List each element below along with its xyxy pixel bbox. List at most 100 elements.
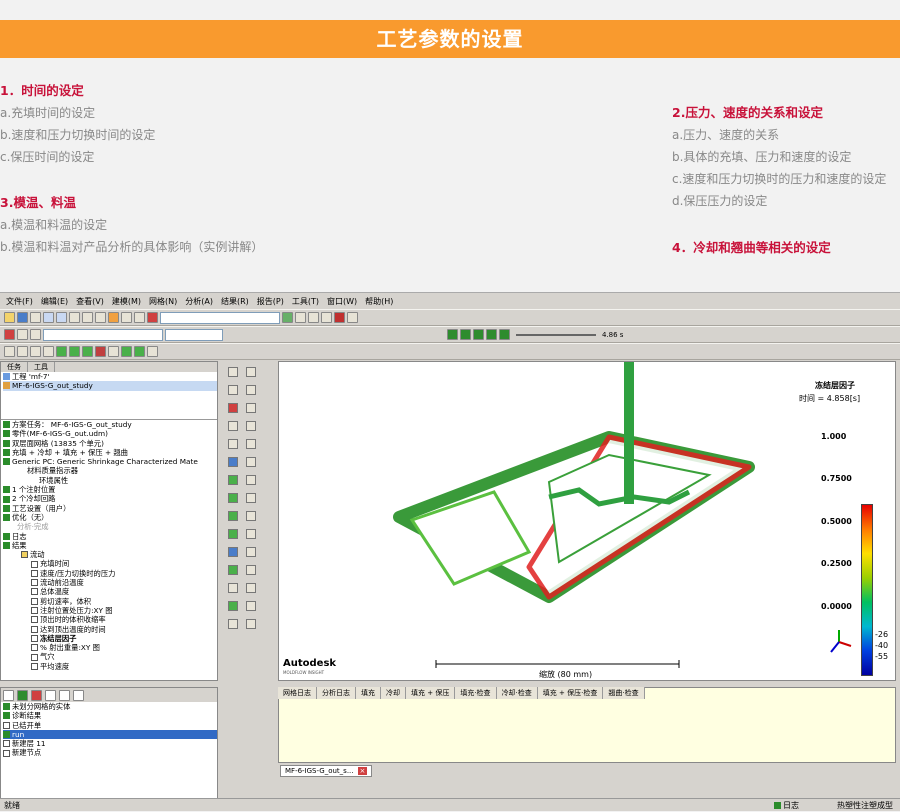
select-icon[interactable]	[95, 312, 106, 323]
import-icon[interactable]	[17, 329, 28, 340]
project-node[interactable]: 工程 'mf-7'	[3, 372, 217, 381]
surface-icon[interactable]	[43, 346, 54, 357]
log-tab[interactable]: 冷却·检查	[497, 687, 538, 699]
zoom-tool-icon[interactable]	[228, 421, 238, 431]
line-icon[interactable]	[17, 346, 28, 357]
tab-tasks[interactable]: 任务	[1, 362, 28, 372]
query-icon[interactable]	[147, 346, 158, 357]
gate-tool-icon[interactable]	[246, 601, 256, 611]
axis-tool-icon[interactable]	[246, 619, 256, 629]
log-tab[interactable]: 网格日志	[278, 687, 317, 699]
fit-tool-icon[interactable]	[228, 457, 238, 467]
save-icon[interactable]	[17, 312, 28, 323]
cooling-tool-icon[interactable]	[228, 601, 238, 611]
layer-item-selected[interactable]: run	[3, 729, 217, 740]
tree-item[interactable]: 流动	[3, 550, 217, 559]
scale-tool-icon[interactable]	[246, 529, 256, 539]
layer-item[interactable]: 已结开单	[3, 721, 217, 730]
line-tool-icon[interactable]	[246, 367, 256, 377]
tree-item[interactable]: 充填时间	[3, 559, 217, 568]
rotate-icon[interactable]	[108, 312, 119, 323]
tree-item[interactable]: 总体温度	[3, 587, 217, 596]
tree-item[interactable]: 1 个注射位置	[3, 485, 217, 494]
tree-item-selected[interactable]: 冻结层因子	[3, 634, 217, 643]
duplicate-icon[interactable]	[30, 329, 41, 340]
checkbox[interactable]	[31, 644, 38, 652]
layer-item[interactable]: 诊断结果	[3, 711, 217, 720]
runner-tool-icon[interactable]	[228, 619, 238, 629]
tree-item[interactable]: 气穴	[3, 652, 217, 661]
layer-checkbox[interactable]	[3, 712, 10, 720]
arc-tool-icon[interactable]	[246, 385, 256, 395]
node-icon[interactable]	[4, 346, 15, 357]
mesh-icon[interactable]	[147, 312, 158, 323]
menu-analysis[interactable]: 分析(A)	[185, 296, 213, 307]
stop-icon[interactable]	[486, 329, 497, 340]
layer-checkbox[interactable]	[3, 731, 10, 739]
light-icon[interactable]	[347, 312, 358, 323]
log-tab[interactable]: 冷却	[381, 687, 406, 699]
tree-item[interactable]: 充填 + 冷却 + 填充 + 保压 + 翘曲	[3, 448, 217, 457]
tree-item[interactable]: 分析·完成	[3, 522, 217, 531]
tree-item[interactable]: % 射出重量:XY 图	[3, 643, 217, 652]
open-icon[interactable]	[4, 312, 15, 323]
tree-item[interactable]: 日志	[3, 532, 217, 541]
layer-item[interactable]: 未划分网格的实体	[3, 702, 217, 711]
copy-tool-icon[interactable]	[246, 493, 256, 503]
menu-file[interactable]: 文件(F)	[6, 296, 33, 307]
checkbox[interactable]	[31, 625, 38, 633]
close-icon[interactable]: ×	[357, 767, 368, 775]
step-forward-icon[interactable]	[473, 329, 484, 340]
diagnostic-icon[interactable]	[95, 346, 106, 357]
tree-item[interactable]: 剪切速率，体积	[3, 597, 217, 606]
log-checkbox[interactable]	[774, 802, 781, 809]
move-icon[interactable]	[108, 346, 119, 357]
checkbox[interactable]	[31, 662, 38, 670]
tree-item[interactable]: 2 个冷却回路	[3, 494, 217, 503]
undo-icon[interactable]	[43, 312, 54, 323]
measure-icon[interactable]	[321, 312, 332, 323]
tree-item[interactable]: 优化（无）	[3, 513, 217, 522]
menu-modeling[interactable]: 建模(M)	[112, 296, 141, 307]
document-tab[interactable]: MF-6-IGS-G_out_s... ×	[280, 765, 373, 777]
arc-icon[interactable]	[30, 346, 41, 357]
tree-item[interactable]: 平均速度	[3, 662, 217, 671]
print-icon[interactable]	[30, 312, 41, 323]
layer-select[interactable]	[43, 328, 163, 341]
tree-item[interactable]: 结果	[3, 541, 217, 550]
query-tool-icon[interactable]	[228, 547, 238, 557]
layer-checkbox[interactable]	[3, 703, 10, 711]
tree-item[interactable]: 环境属性	[3, 476, 217, 485]
zoom-icon[interactable]	[134, 312, 145, 323]
checkbox[interactable]	[31, 616, 38, 624]
menu-help[interactable]: 帮助(H)	[365, 296, 393, 307]
cut-tool-icon[interactable]	[228, 583, 238, 593]
checkbox[interactable]	[31, 569, 38, 577]
log-tab[interactable]: 填充	[356, 687, 381, 699]
mesh-split-icon[interactable]	[228, 529, 238, 539]
tree-item[interactable]: 流动前沿温度	[3, 578, 217, 587]
measure-tool-icon[interactable]	[246, 565, 256, 575]
menu-view[interactable]: 查看(V)	[76, 296, 104, 307]
checkbox[interactable]	[31, 607, 38, 615]
hole-tool-icon[interactable]	[246, 475, 256, 485]
layer-checkbox[interactable]	[3, 740, 10, 748]
layer-checkbox[interactable]	[3, 721, 10, 729]
mesh-tool-icon[interactable]	[228, 475, 238, 485]
mesh-repair-icon[interactable]	[69, 346, 80, 357]
tree-item[interactable]: Generic PC: Generic Shrinkage Characteri…	[3, 457, 217, 466]
menu-tools[interactable]: 工具(T)	[292, 296, 319, 307]
mesh-tool-icon[interactable]	[56, 346, 67, 357]
node-tool-icon[interactable]	[228, 385, 238, 395]
tree-item[interactable]: 速度/压力切换时的压力	[3, 569, 217, 578]
analyze-icon[interactable]	[282, 312, 293, 323]
delete-layer-icon[interactable]	[31, 690, 42, 701]
tree-item[interactable]: 工艺设置（用户）	[3, 504, 217, 513]
tree-item[interactable]: 材料质量指示器	[3, 466, 217, 475]
copy-icon[interactable]	[82, 312, 93, 323]
region-tool-icon[interactable]	[246, 457, 256, 467]
results-icon[interactable]	[295, 312, 306, 323]
log-tab[interactable]: 分析日志	[317, 687, 356, 699]
menu-report[interactable]: 报告(P)	[257, 296, 284, 307]
menu-edit[interactable]: 编辑(E)	[41, 296, 68, 307]
